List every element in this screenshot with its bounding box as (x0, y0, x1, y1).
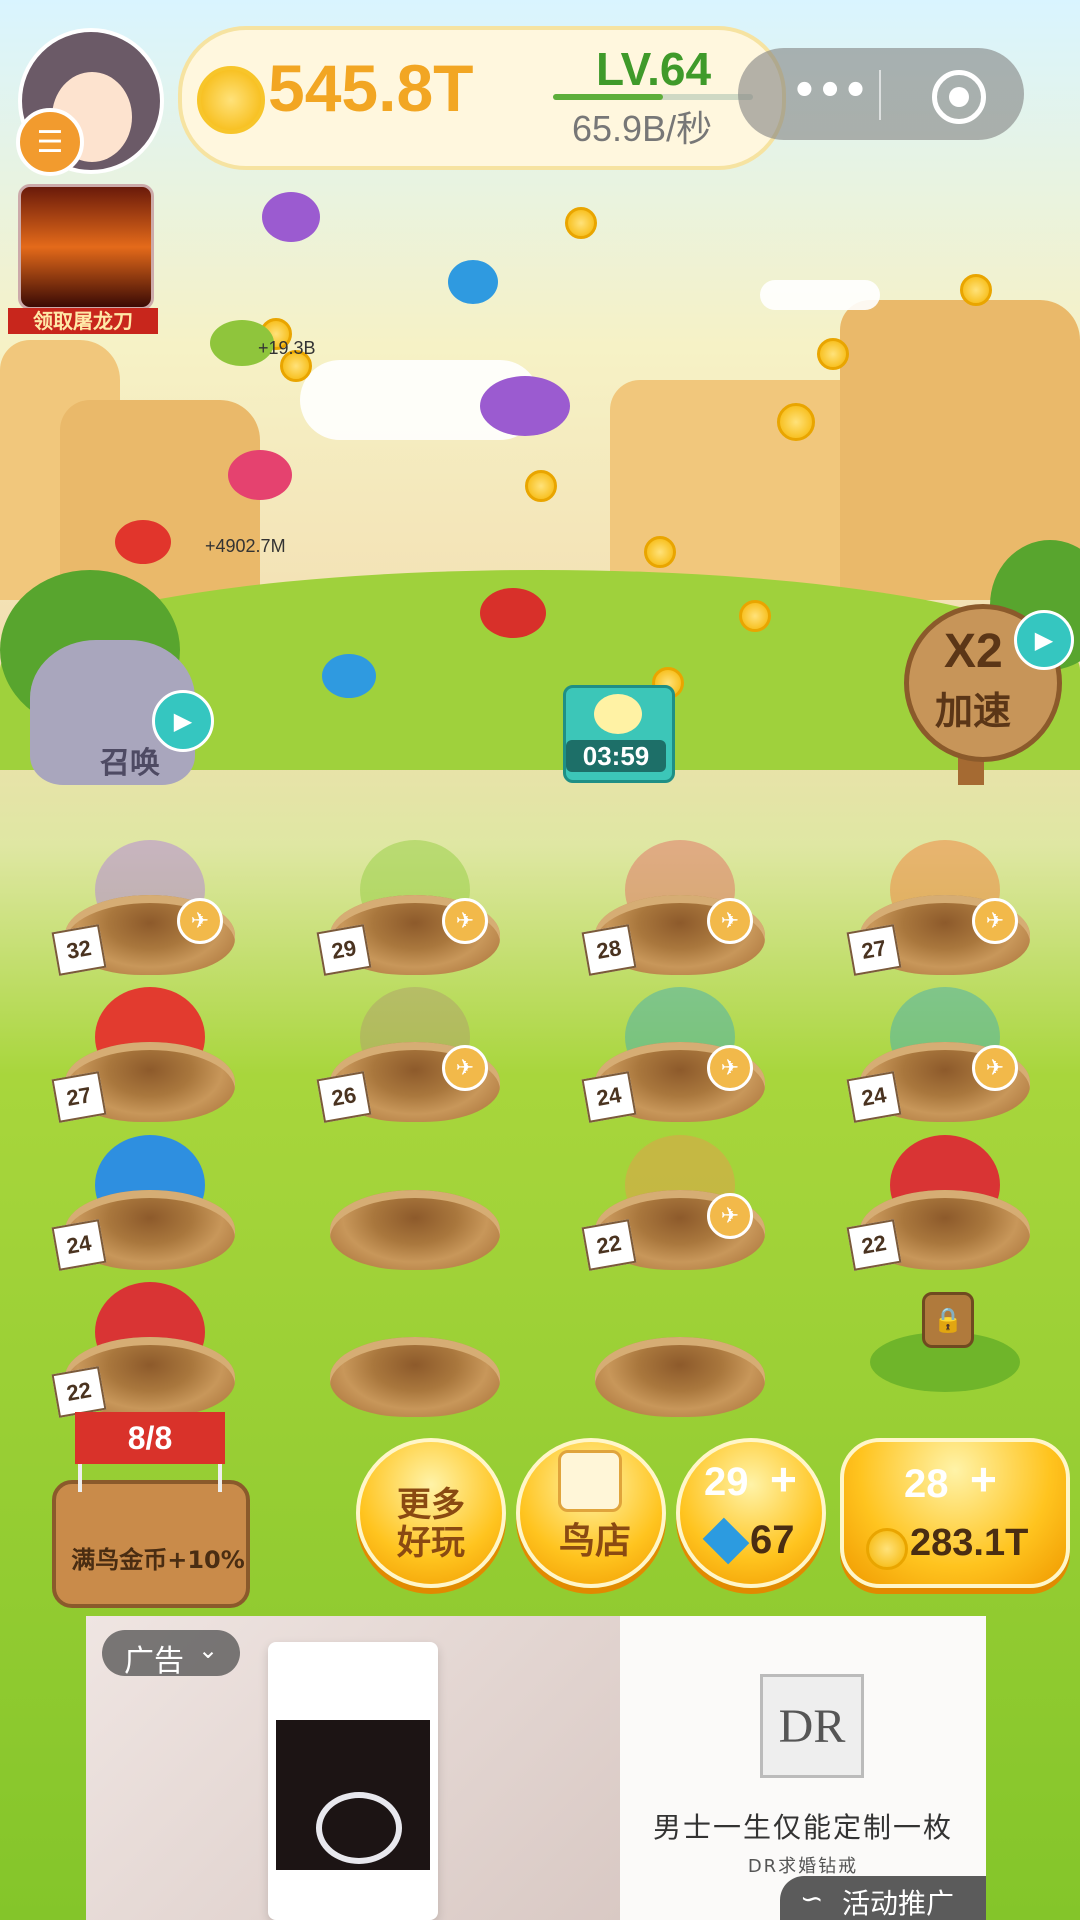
coin-gain-text: +4902.7M (205, 536, 286, 556)
promo-game-icon[interactable] (18, 184, 154, 310)
airplane-icon[interactable]: ✈ (972, 898, 1018, 944)
nest-slot[interactable]: 28 ✈ (581, 840, 775, 980)
nest (595, 1337, 765, 1417)
plus-sign: + (970, 1453, 997, 1505)
bird-level-tag: 26 (316, 1071, 372, 1123)
coin-icon[interactable] (525, 470, 557, 502)
nest (330, 1190, 500, 1270)
ad-logo: DR (760, 1674, 864, 1778)
nest-slot[interactable]: 24 ✈ (581, 987, 775, 1127)
coin-price: 283.1T (910, 1522, 1029, 1564)
flying-bird (228, 450, 292, 500)
more-games-label: 更多 好玩 (397, 1485, 465, 1563)
nest-slot[interactable]: 24 (51, 1135, 245, 1275)
locked-nest[interactable]: 🔒 (850, 1292, 1040, 1422)
summon-label: 召唤 (100, 746, 160, 781)
nest (330, 1337, 500, 1417)
player-level: LV.64 (596, 43, 712, 95)
gem-bird-level: 29 (704, 1460, 749, 1504)
airplane-icon[interactable]: ✈ (972, 1045, 1018, 1091)
coin-icon[interactable] (739, 600, 771, 632)
plus-sign: + (770, 1453, 797, 1505)
ad-headline: 男士一生仅能定制一枚 (652, 1811, 953, 1844)
airplane-icon[interactable]: ✈ (707, 1045, 753, 1091)
flying-bird (480, 376, 570, 436)
nest-slot[interactable] (585, 1292, 775, 1422)
gem-price: 67 (750, 1518, 795, 1562)
chest-timer: 03:59 (566, 740, 666, 772)
bird-level-tag: 22 (846, 1219, 902, 1271)
nest-slot[interactable]: 22 ✈ (581, 1135, 775, 1275)
bird-level-tag: 27 (846, 924, 902, 976)
stump-bonus-label: 满鸟金币+10% (71, 1546, 245, 1574)
nest-slot[interactable]: 27 (51, 987, 245, 1127)
flying-bird (448, 260, 498, 304)
nest-slot[interactable]: 24 ✈ (846, 987, 1040, 1127)
tv-video-icon[interactable]: ▶ (1014, 610, 1074, 670)
capsule-divider (879, 70, 881, 120)
bird-count-flag: 8/8 (75, 1412, 225, 1464)
bird-level-tag: 28 (581, 924, 637, 976)
ad-promo-label: 活动推广 (842, 1887, 955, 1920)
coin-icon (866, 1528, 908, 1570)
bird-level-tag: 24 (51, 1219, 107, 1271)
coin-icon (197, 66, 265, 134)
tv-video-icon[interactable]: ▶ (152, 690, 214, 752)
lock-icon: 🔒 (922, 1292, 974, 1348)
menu-icon[interactable]: ☰ (16, 108, 84, 176)
game-screen: +19.3B +4902.7M ☰ 545.8T LV.64 65.9B/秒 •… (0, 0, 1080, 1920)
bird-level-tag: 29 (316, 924, 372, 976)
coin-icon[interactable] (644, 536, 676, 568)
promo-badge-label[interactable]: 领取屠龙刀 (8, 308, 158, 334)
link-icon: ∽ (800, 1882, 824, 1915)
flying-bird (480, 588, 546, 638)
coin-balance: 545.8T (268, 51, 474, 125)
airplane-icon[interactable]: ✈ (707, 1193, 753, 1239)
speed-boost-subtitle: 加速 (935, 689, 1012, 733)
nest-slot[interactable] (320, 1292, 510, 1422)
coin-bird-level: 28 (904, 1462, 949, 1506)
airplane-icon[interactable]: ✈ (442, 1045, 488, 1091)
chevron-down-icon: ⌄ (198, 1636, 219, 1664)
coin-icon[interactable] (960, 274, 992, 306)
cloud (760, 280, 880, 310)
nest-slot[interactable]: 26 ✈ (316, 987, 510, 1127)
ad-tag-label: 广告 (124, 1644, 184, 1679)
nest-slot[interactable]: 32 ✈ (51, 840, 245, 980)
bird-level-tag: 24 (846, 1071, 902, 1123)
bird-level-tag: 32 (51, 924, 107, 976)
bird-level-tag: 27 (51, 1071, 107, 1123)
airplane-icon[interactable]: ✈ (442, 898, 488, 944)
airplane-icon[interactable]: ✈ (177, 898, 223, 944)
shop-icon (558, 1450, 622, 1512)
nest-slot[interactable]: 29 ✈ (316, 840, 510, 980)
coin-rate: 65.9B/秒 (572, 108, 713, 149)
nest-slot[interactable]: 22 (846, 1135, 1040, 1275)
coin-gain-text: +19.3B (258, 338, 316, 358)
nest-slot[interactable]: 27 ✈ (846, 840, 1040, 980)
coin-icon[interactable] (817, 338, 849, 370)
more-dots-icon[interactable]: ••• (770, 64, 890, 124)
coin-icon[interactable] (565, 207, 597, 239)
coin-icon[interactable] (777, 403, 815, 441)
speed-boost-title: X2 (944, 625, 1003, 678)
target-close-icon[interactable] (932, 70, 986, 124)
ad-subline: DR求婚钻戒 (747, 1856, 859, 1877)
airplane-icon[interactable]: ✈ (707, 898, 753, 944)
buy-bird-gem-button[interactable] (676, 1438, 826, 1588)
ad-banner[interactable]: 广告 ⌄ DR 男士一生仅能定制一枚 DR求婚钻戒 ∽ 活动推广 (86, 1616, 986, 1920)
bird-shop-label: 鸟店 (558, 1521, 631, 1562)
bird-level-tag: 22 (581, 1219, 637, 1271)
flying-bird (322, 654, 376, 698)
bird-level-tag: 22 (51, 1366, 107, 1418)
bird-level-tag: 24 (581, 1071, 637, 1123)
nest-slot[interactable]: 22 (51, 1282, 245, 1422)
flying-bird (262, 192, 320, 242)
nest-slot[interactable] (320, 1145, 510, 1275)
flying-bird (115, 520, 171, 564)
